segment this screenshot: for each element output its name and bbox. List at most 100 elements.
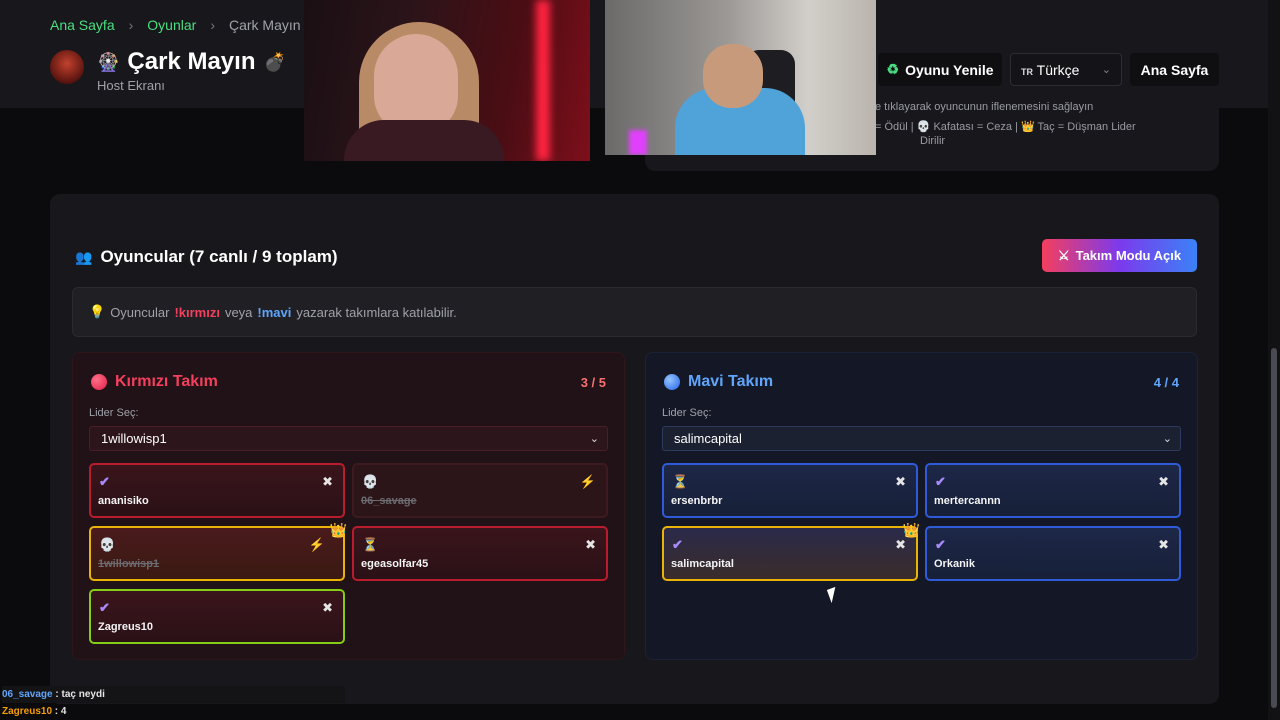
blue-leader-select[interactable]: salimcapital ⌄ xyxy=(662,426,1181,451)
tip-blue-command: !mavi xyxy=(257,304,292,320)
check-icon: ✔ xyxy=(99,474,110,489)
recycle-icon: ♻ xyxy=(886,61,900,77)
red-leader-select[interactable]: 1willowisp1 ⌄ xyxy=(89,426,608,451)
revive-bolt-icon[interactable]: ⚡ xyxy=(309,537,325,553)
chat-message: 06_savage : taç neydi xyxy=(2,686,345,703)
bomb-icon: 💣 xyxy=(263,51,286,72)
blue-team-name: Mavi Takım xyxy=(688,373,774,390)
player-card[interactable]: ⏳ ✖ egeasolfar45 xyxy=(352,526,608,581)
check-icon: ✔ xyxy=(935,537,946,552)
refresh-game-button[interactable]: ♻ Oyunu Yenile xyxy=(878,53,1002,86)
blue-dot-icon xyxy=(664,374,680,390)
tip-red-command: !kırmızı xyxy=(174,304,220,320)
red-dot-icon xyxy=(91,374,107,390)
kill-button-icon[interactable]: ✖ xyxy=(895,537,906,553)
skull-icon: 💀 xyxy=(99,537,116,552)
chat-username: 06_savage xyxy=(2,689,53,700)
blue-leader-label: Lider Seç: xyxy=(662,407,712,419)
chevron-down-icon: ⌄ xyxy=(1101,64,1111,76)
breadcrumb-home-link[interactable]: Ana Sayfa xyxy=(50,17,115,33)
page-title-text: Çark Mayın xyxy=(127,48,256,75)
info-line-2: = Ödül | 💀 Kafatası = Ceza | 👑 Taç = Düş… xyxy=(875,121,1136,133)
blue-leader-value: salimcapital xyxy=(674,431,742,446)
language-label: Türkçe xyxy=(1036,61,1080,78)
swords-icon: ⚔ xyxy=(1057,247,1070,263)
info-line-3: Dirilir xyxy=(920,135,946,147)
tip-suffix: yazarak takımlara katılabilir. xyxy=(296,304,457,320)
home-button[interactable]: Ana Sayfa xyxy=(1130,53,1219,86)
chevron-down-icon: ⌄ xyxy=(1162,433,1172,445)
player-name: ananisiko xyxy=(98,495,149,507)
breadcrumb-current: Çark Mayın xyxy=(228,17,301,33)
page-title: 🎡 Çark Mayın 💣 xyxy=(97,48,286,76)
chevron-down-icon: ⌄ xyxy=(589,433,599,445)
skull-icon: 💀 xyxy=(362,474,379,489)
red-leader-value: 1willowisp1 xyxy=(101,431,167,446)
player-name: 1willowisp1 xyxy=(98,558,160,570)
red-team-name: Kırmızı Takım xyxy=(115,373,218,390)
info-line-1: e tıklayarak oyuncunun iflenemesini sağl… xyxy=(875,101,1094,113)
player-name: mertercannn xyxy=(934,495,1001,507)
player-name: Orkanik xyxy=(934,558,975,570)
revive-bolt-icon[interactable]: ⚡ xyxy=(580,474,596,490)
chat-overlay: 06_savage : taç neydi Zagreus10 : 4 xyxy=(2,686,345,720)
player-card[interactable]: ✔ ✖ ananisiko xyxy=(89,463,345,518)
page-scrollbar[interactable] xyxy=(1268,0,1280,720)
kill-button-icon[interactable]: ✖ xyxy=(585,537,596,553)
lightbulb-icon: 💡 xyxy=(89,304,106,319)
flag-icon: TR xyxy=(1021,66,1033,77)
red-team-title: Kırmızı Takım xyxy=(91,373,218,391)
player-name: Zagreus10 xyxy=(98,621,154,633)
language-select[interactable]: TR Türkçe ⌄ xyxy=(1010,53,1122,86)
team-mode-label: Takım Modu Açık xyxy=(1075,248,1182,263)
kill-button-icon[interactable]: ✖ xyxy=(322,600,333,616)
breadcrumb-games-link[interactable]: Oyunlar xyxy=(147,17,196,33)
chevron-right-icon: › xyxy=(128,17,134,33)
chat-message: Zagreus10 : 4 xyxy=(2,706,67,717)
scrollbar-thumb[interactable] xyxy=(1271,348,1277,708)
player-name: egeasolfar45 xyxy=(361,558,429,570)
player-card-leader[interactable]: ✔ ✖ 👑 salimcapital xyxy=(662,522,920,581)
chat-text: 4 xyxy=(60,706,67,717)
player-card[interactable]: ✔ ✖ mertercannn xyxy=(925,463,1181,518)
player-card[interactable]: 💀 ⚡ 06_savage xyxy=(352,463,608,518)
crown-icon: 👑 xyxy=(329,522,347,538)
players-title: 👥 Oyuncular (7 canlı / 9 toplam) xyxy=(75,247,338,267)
red-team-panel: Kırmızı Takım 3 / 5 Lider Seç: 1willowis… xyxy=(72,352,625,660)
breadcrumb: Ana Sayfa › Oyunlar › Çark Mayın xyxy=(50,17,301,33)
check-icon: ✔ xyxy=(935,474,946,489)
player-name: ersenbrbr xyxy=(671,495,723,507)
avatar xyxy=(50,50,84,84)
blue-team-count: 4 / 4 xyxy=(1153,375,1179,390)
player-card[interactable]: ✔ ✖ Orkanik xyxy=(925,526,1181,581)
wheel-icon: 🎡 xyxy=(97,51,120,72)
player-card[interactable]: ⏳ ✖ ersenbrbr xyxy=(662,463,918,518)
kill-button-icon[interactable]: ✖ xyxy=(322,474,333,490)
chat-username: Zagreus10 xyxy=(2,706,53,717)
tip-prefix: Oyuncular xyxy=(110,304,170,320)
crown-icon: 👑 xyxy=(902,522,920,538)
chevron-right-icon: › xyxy=(210,17,215,33)
users-icon: 👥 xyxy=(75,248,93,265)
player-name: salimcapital xyxy=(671,558,734,570)
hourglass-icon: ⏳ xyxy=(362,537,379,552)
player-card-leader[interactable]: 💀 ⚡ 👑 1willowisp1 xyxy=(89,522,347,581)
join-tip: 💡 Oyuncular !kırmızı veya !mavi yazarak … xyxy=(72,287,1197,337)
blue-team-panel: Mavi Takım 4 / 4 Lider Seç: salimcapital… xyxy=(645,352,1198,660)
kill-button-icon[interactable]: ✖ xyxy=(1158,474,1169,490)
refresh-game-label: Oyunu Yenile xyxy=(905,61,994,78)
hourglass-icon: ⏳ xyxy=(672,474,689,489)
team-mode-button[interactable]: ⚔ Takım Modu Açık xyxy=(1042,239,1197,272)
webcam-overlay-right xyxy=(605,0,876,155)
red-team-count: 3 / 5 xyxy=(580,375,606,390)
blue-team-title: Mavi Takım xyxy=(664,373,773,391)
player-card[interactable]: ✔ ✖ Zagreus10 xyxy=(89,589,345,644)
players-title-text: Oyuncular (7 canlı / 9 toplam) xyxy=(100,247,338,266)
page-heading: 🎡 Çark Mayın 💣 Host Ekranı xyxy=(97,48,286,93)
player-name: 06_savage xyxy=(361,495,417,507)
chat-text: taç neydi xyxy=(61,689,105,700)
kill-button-icon[interactable]: ✖ xyxy=(1158,537,1169,553)
red-leader-label: Lider Seç: xyxy=(89,407,139,419)
kill-button-icon[interactable]: ✖ xyxy=(895,474,906,490)
check-icon: ✔ xyxy=(99,600,110,615)
